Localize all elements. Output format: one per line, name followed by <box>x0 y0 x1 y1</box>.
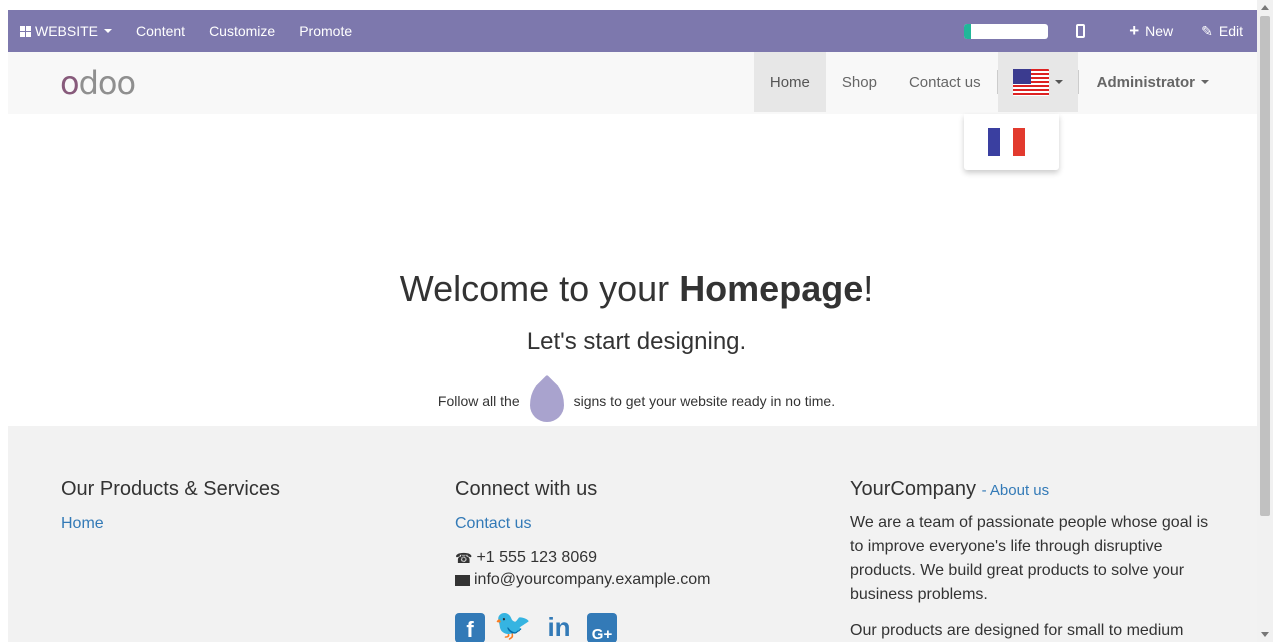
new-button[interactable]: + New <box>1115 10 1187 52</box>
website-progress-bar[interactable] <box>964 23 1049 39</box>
scrollbar-thumb[interactable] <box>1260 16 1270 516</box>
apps-grid-icon <box>20 25 31 37</box>
footer-products-column: Our Products & Services Home <box>61 478 391 533</box>
footer-contact-link[interactable]: Contact us <box>455 515 795 533</box>
plus-icon: + <box>1129 21 1140 40</box>
page-subtitle: Let's start designing. <box>526 328 747 355</box>
twitter-icon[interactable]: 🐦 <box>494 609 531 642</box>
flag-us-icon <box>1012 68 1049 96</box>
admin-actions: + New ✎ Edit <box>964 10 1257 52</box>
drop-icon <box>529 380 564 422</box>
footer: Our Products & Services Home Connect wit… <box>8 426 1257 642</box>
admin-bar: WEBSITE Content Customize Promote + New … <box>8 10 1257 52</box>
mobile-preview-icon[interactable] <box>1076 24 1086 38</box>
page-scrollbar[interactable] <box>1257 0 1273 642</box>
linkedin-icon[interactable]: in <box>541 612 577 642</box>
footer-connect-column: Connect with us Contact us ☎ +1 555 123 … <box>455 478 795 642</box>
customize-menu[interactable]: Customize <box>197 10 287 52</box>
flag-fr-icon[interactable] <box>988 128 1025 156</box>
phone-icon: ☎ <box>455 549 473 566</box>
nav-home[interactable]: Home <box>753 52 826 112</box>
footer-company-column: YourCompany - About us We are a team of … <box>850 478 1220 642</box>
user-menu[interactable]: Administrator <box>1079 52 1257 112</box>
chevron-down-icon <box>1201 80 1209 84</box>
hint-line: Follow all the signs to get your website… <box>0 380 1273 422</box>
promote-menu[interactable]: Promote <box>287 10 364 52</box>
envelope-icon <box>455 574 470 586</box>
admin-menu: WEBSITE Content Customize Promote <box>8 10 364 52</box>
hint-after: signs to get your website ready in no ti… <box>573 393 836 409</box>
pencil-icon: ✎ <box>1201 22 1213 39</box>
page: WEBSITE Content Customize Promote + New … <box>0 0 1273 642</box>
email-address[interactable]: info@yourcompany.example.com <box>474 571 711 589</box>
email-line: info@yourcompany.example.com <box>455 571 795 589</box>
hint-before: Follow all the <box>437 393 520 409</box>
footer-home-link[interactable]: Home <box>61 515 391 533</box>
website-label: WEBSITE <box>35 23 99 39</box>
main-nav: Home Shop Contact us Administrator <box>753 52 1257 112</box>
phone-number: +1 555 123 8069 <box>476 549 598 566</box>
website-menu-button[interactable]: WEBSITE <box>8 10 124 52</box>
hero-section: Welcome to your Homepage! Let's start de… <box>0 268 1273 422</box>
site-navbar: odoo Home Shop Contact us Administrator <box>8 52 1257 114</box>
nav-contact-us[interactable]: Contact us <box>893 52 997 112</box>
edit-button[interactable]: ✎ Edit <box>1187 10 1257 52</box>
language-dropdown <box>964 114 1059 170</box>
about-us-link[interactable]: - About us <box>982 482 1050 499</box>
edit-label: Edit <box>1218 23 1243 39</box>
new-label: New <box>1145 23 1174 39</box>
nav-shop[interactable]: Shop <box>826 52 893 112</box>
company-heading: YourCompany - About us <box>850 478 1050 500</box>
user-label: Administrator <box>1096 73 1195 91</box>
content-menu[interactable]: Content <box>124 10 197 52</box>
page-title: Welcome to your Homepage! <box>399 268 874 309</box>
language-selector[interactable] <box>997 52 1078 112</box>
chevron-down-icon <box>1054 80 1063 84</box>
connect-heading: Connect with us <box>455 478 598 500</box>
chevron-down-icon <box>104 29 113 33</box>
progress-fill <box>964 23 971 39</box>
company-description-2: Our products are designed for small to m… <box>850 622 1184 639</box>
google-plus-icon[interactable]: G+ <box>587 613 617 642</box>
scroll-down-icon[interactable] <box>1261 632 1269 637</box>
facebook-icon[interactable]: f <box>455 613 485 642</box>
products-heading: Our Products & Services <box>61 478 280 500</box>
odoo-logo[interactable]: odoo <box>60 64 136 102</box>
scroll-up-icon[interactable] <box>1261 5 1269 10</box>
company-description: We are a team of passionate people whose… <box>850 514 1209 603</box>
social-links: f 🐦 in G+ <box>455 609 795 642</box>
phone-line: ☎ +1 555 123 8069 <box>455 549 795 567</box>
